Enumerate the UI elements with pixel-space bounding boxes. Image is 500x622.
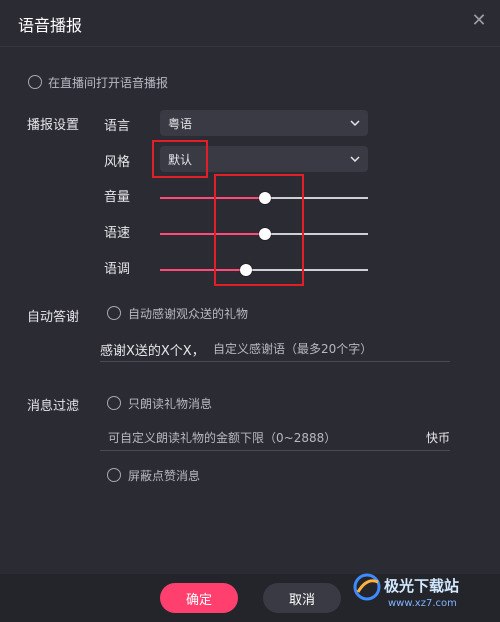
chevron-down-icon [350,118,360,128]
voice-broadcast-label: 在直播间打开语音播报 [48,76,169,90]
chevron-down-icon [350,154,360,164]
slider-highlight-box [214,174,304,286]
watermark-title: 极光下载站 [384,577,460,595]
broadcast-settings-label: 播报设置 [27,118,80,133]
header-divider [0,46,500,47]
block-likes-option: 屏蔽点赞消息 [128,469,201,483]
gift-only-option: 只朗读礼物消息 [128,397,213,411]
close-icon[interactable]: ✕ [470,12,488,30]
language-select[interactable]: 粤语 [160,110,368,136]
thanks-input-underline [100,361,450,362]
pitch-label: 语调 [104,262,131,277]
auto-thanks-label: 自动答谢 [27,310,80,325]
style-highlight-box [152,140,208,178]
block-likes-radio[interactable] [107,468,121,482]
language-value: 粤语 [168,116,193,131]
gift-only-radio[interactable] [107,396,121,410]
speed-label: 语速 [104,226,131,241]
min-amount-underline [100,450,450,451]
style-label: 风格 [104,155,131,170]
dialog-title: 语音播报 [18,16,83,35]
language-label: 语言 [104,119,131,134]
thanks-message-prefix: 感谢X送的X个X， [100,344,205,359]
auto-thanks-radio[interactable] [107,306,121,320]
message-filter-label: 消息过滤 [27,399,80,414]
confirm-button[interactable]: 确定 [160,583,238,613]
currency-unit: 快币 [426,431,451,445]
watermark-logo-icon [352,572,382,602]
watermark-url: www.xz7.com [388,598,457,609]
thanks-custom-input[interactable]: 自定义感谢语（最多20个字） [213,340,372,357]
voice-broadcast-radio[interactable] [28,75,42,89]
volume-label: 音量 [104,190,131,205]
min-amount-input[interactable]: 可自定义朗读礼物的金额下限（0~2888） [108,429,336,446]
cancel-button[interactable]: 取消 [263,583,341,613]
auto-thanks-option: 自动感谢观众送的礼物 [128,307,249,321]
